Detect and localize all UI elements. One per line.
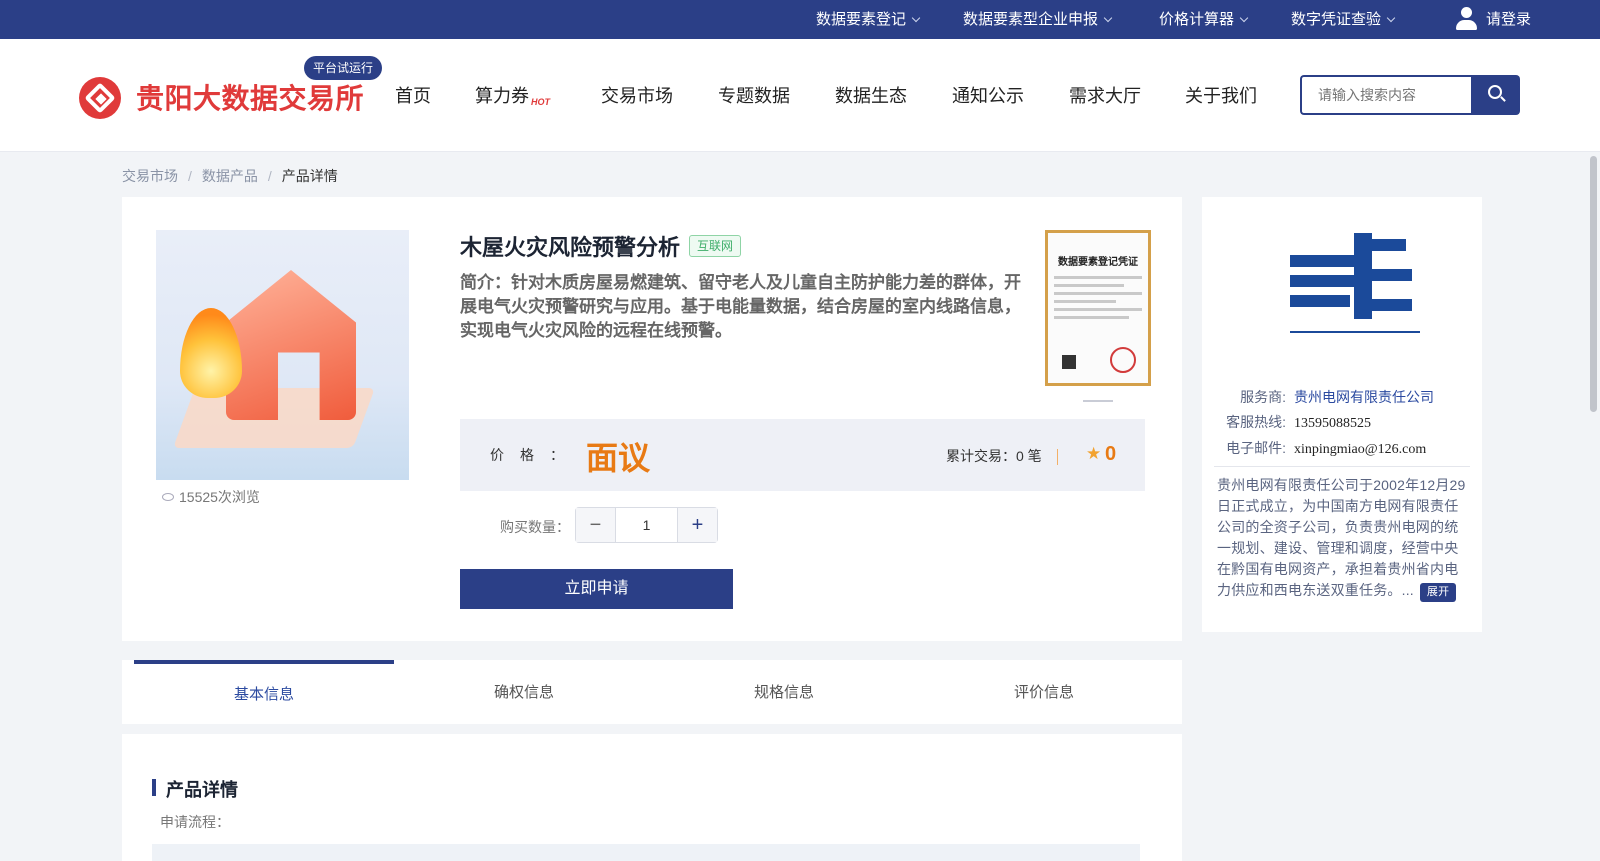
scrollbar-thumb[interactable] <box>1590 156 1597 412</box>
provider-email-row: 电子邮件: xinpingmiao@126.com <box>1222 438 1426 458</box>
user-icon[interactable] <box>1455 7 1477 31</box>
chevron-down-icon <box>911 13 921 23</box>
breadcrumb-separator: / <box>188 168 192 184</box>
nav-label: 算力券 <box>475 86 529 106</box>
view-count-text: 15525次浏览 <box>179 489 260 505</box>
decrease-button[interactable]: − <box>576 508 616 542</box>
certificate-title: 数据要素登记凭证 <box>1058 257 1138 268</box>
star-icon: ★ <box>1086 444 1102 463</box>
hotline-key: 客服热线: <box>1226 414 1286 430</box>
price-value: 面议 <box>586 440 651 476</box>
price-panel: 价格： 面议 累计交易：0 笔 ★ 0 <box>460 419 1145 491</box>
topbar-label: 数字凭证查验 <box>1291 11 1382 28</box>
search-button[interactable] <box>1471 75 1520 115</box>
nav-about-us[interactable]: 关于我们 <box>1185 82 1257 108</box>
breadcrumb-current: 产品详情 <box>281 168 338 184</box>
provider-key: 服务商: <box>1240 389 1286 405</box>
category-tag: 互联网 <box>689 235 742 257</box>
eye-icon <box>162 493 174 501</box>
login-link[interactable]: 请登录 <box>1486 0 1531 39</box>
breadcrumb-data-products[interactable]: 数据产品 <box>202 168 258 184</box>
nav-notices[interactable]: 通知公示 <box>952 82 1024 108</box>
topbar-enterprise-declaration[interactable]: 数据要素型企业申报 <box>963 0 1113 39</box>
apply-button[interactable]: 立即申请 <box>460 569 733 609</box>
section-heading: 产品详情 <box>152 776 238 802</box>
hotline-value: 13595088525 <box>1294 416 1371 431</box>
beta-badge: 平台试运行 <box>304 56 383 80</box>
quantity-stepper: − 1 + <box>575 507 718 543</box>
info-tabs: 基本信息 确权信息 规格信息 评价信息 <box>122 660 1182 724</box>
tab-basic-info[interactable]: 基本信息 <box>134 660 394 724</box>
provider-card: 服务商: 贵州电网有限责任公司 客服热线: 13595088525 电子邮件: xin… <box>1202 197 1482 632</box>
divider <box>1057 449 1058 465</box>
product-image <box>156 230 409 480</box>
email-value: xinpingmiao@126.com <box>1294 442 1427 457</box>
seal-icon <box>1110 347 1136 373</box>
tab-rights-info[interactable]: 确权信息 <box>394 660 654 724</box>
quantity-label: 购买数量： <box>500 519 570 535</box>
email-key: 电子邮件: <box>1226 440 1286 456</box>
hot-badge: HOT <box>531 97 550 107</box>
certificate-indicator <box>1083 400 1113 402</box>
chevron-down-icon <box>1103 13 1113 23</box>
tab-spec-info[interactable]: 规格信息 <box>654 660 914 724</box>
provider-name-row: 服务商: 贵州电网有限责任公司 <box>1222 387 1434 407</box>
topbar-label: 价格计算器 <box>1159 11 1235 28</box>
search-box <box>1300 75 1472 115</box>
registration-certificate[interactable]: 数据要素登记凭证 <box>1045 230 1151 386</box>
product-detail-section: 产品详情 申请流程： <box>122 734 1182 861</box>
tab-review-info[interactable]: 评价信息 <box>914 660 1174 724</box>
provider-logo-icon <box>1290 233 1420 337</box>
view-count: 15525次浏览 <box>162 487 260 507</box>
product-intro: 简介：针对木质房屋易燃建筑、留守老人及儿童自主防护能力差的群体，开展电气火灾预警… <box>460 273 1021 340</box>
product-card: 15525次浏览 木屋火灾风险预警分析 互联网 简介：针对木质房屋易燃建筑、留守… <box>122 197 1182 641</box>
divider <box>1214 466 1470 467</box>
nav-demand-hall[interactable]: 需求大厅 <box>1069 82 1141 108</box>
price-label: 价格： <box>490 447 580 463</box>
provider-name-link[interactable]: 贵州电网有限责任公司 <box>1294 389 1434 405</box>
page-scrollbar[interactable] <box>1588 152 1600 861</box>
breadcrumb-market[interactable]: 交易市场 <box>122 168 178 184</box>
trade-count: 累计交易：0 笔 <box>946 448 1042 464</box>
topbar-certificate-check[interactable]: 数字凭证查验 <box>1291 0 1396 39</box>
chevron-down-icon <box>1239 13 1249 23</box>
expand-button[interactable]: 展开 <box>1419 583 1457 602</box>
company-description: 贵州电网有限责任公司于2002年12月29日正式成立，为中国南方电网有限责任公司… <box>1217 475 1469 602</box>
company-description-text: 贵州电网有限责任公司于2002年12月29日正式成立，为中国南方电网有限责任公司… <box>1217 477 1466 598</box>
logo-text[interactable]: 贵阳大数据交易所 <box>136 77 364 117</box>
nav-home[interactable]: 首页 <box>395 82 431 108</box>
nav-data-ecosystem[interactable]: 数据生态 <box>835 82 907 108</box>
application-process-block <box>152 844 1140 861</box>
chevron-down-icon <box>1386 13 1396 23</box>
product-title: 木屋火灾风险预警分析 <box>460 235 681 260</box>
search-input[interactable] <box>1302 77 1472 113</box>
qr-code-icon <box>1062 355 1076 369</box>
topbar-label: 数据要素型企业申报 <box>963 11 1099 28</box>
breadcrumb: 交易市场 / 数据产品 / 产品详情 <box>122 166 338 186</box>
topbar-label: 数据要素登记 <box>816 11 907 28</box>
nav-compute-voucher[interactable]: 算力券 HOT <box>475 82 550 108</box>
nav-topic-data[interactable]: 专题数据 <box>718 82 790 108</box>
provider-hotline-row: 客服热线: 13595088525 <box>1222 412 1371 432</box>
application-process-label: 申请流程： <box>160 814 230 830</box>
exchange-logo-icon[interactable] <box>79 77 121 119</box>
top-utility-bar: 数据要素登记 数据要素型企业申报 价格计算器 数字凭证查验 请登录 <box>0 0 1600 39</box>
increase-button[interactable]: + <box>677 508 717 542</box>
main-header: 贵阳大数据交易所 平台试运行 首页 算力券 HOT 交易市场 专题数据 数据生态 … <box>0 39 1600 152</box>
nav-trading-market[interactable]: 交易市场 <box>601 82 673 108</box>
topbar-data-registration[interactable]: 数据要素登记 <box>816 0 921 39</box>
topbar-price-calculator[interactable]: 价格计算器 <box>1159 0 1249 39</box>
quantity-value[interactable]: 1 <box>617 508 676 542</box>
rating-value: 0 <box>1105 443 1117 465</box>
breadcrumb-separator: / <box>267 168 272 184</box>
